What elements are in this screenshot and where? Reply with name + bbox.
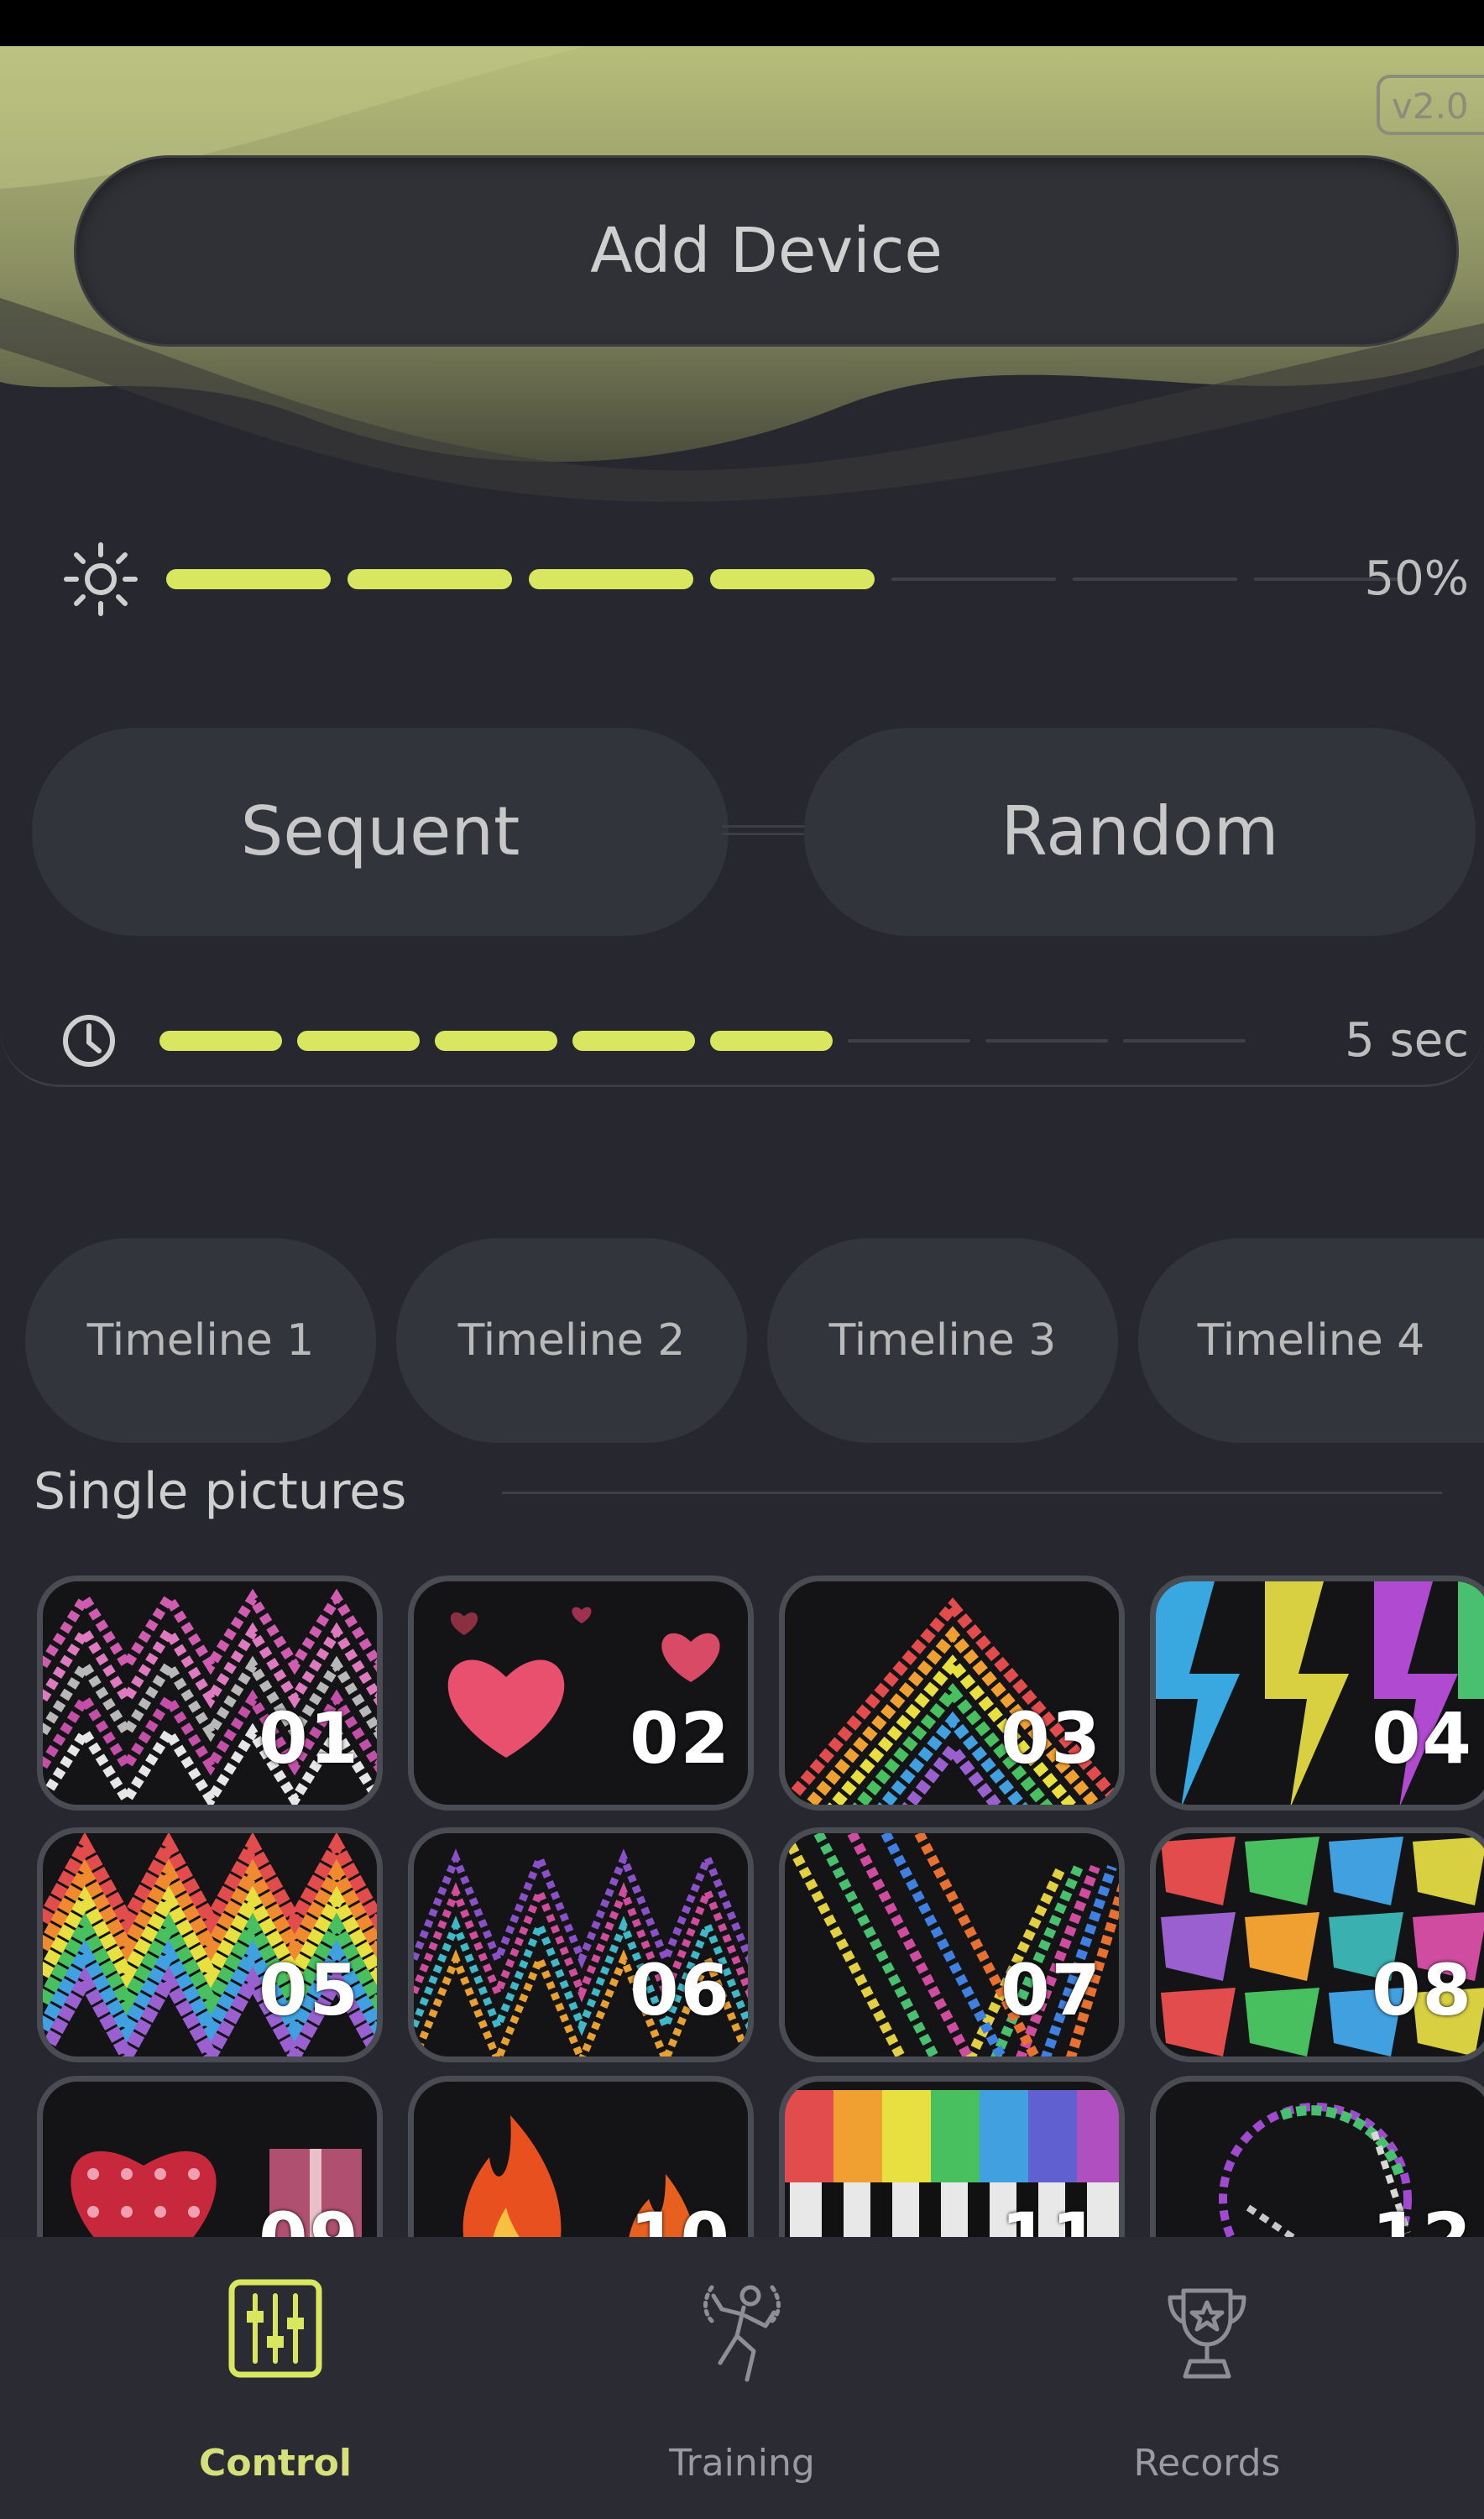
nav-training-label: Training	[669, 2442, 815, 2485]
random-button[interactable]: Random	[804, 728, 1476, 936]
mode-connector	[722, 825, 814, 835]
picture-tile-07[interactable]: 07	[779, 1827, 1125, 2062]
timeline-4-button[interactable]: Timeline 4	[1138, 1238, 1484, 1443]
sliders-icon	[228, 2279, 322, 2378]
picture-tile-05[interactable]: 05	[37, 1827, 383, 2062]
single-pictures-title: Single pictures	[34, 1462, 407, 1521]
picture-number: 05	[259, 1949, 360, 2031]
trophy-icon	[1168, 2288, 1246, 2379]
slider-segment-empty	[1073, 577, 1237, 581]
picture-number: 06	[630, 1949, 731, 2031]
timeline-3-button[interactable]: Timeline 3	[767, 1238, 1118, 1443]
section-divider	[502, 1492, 1442, 1494]
control-panel-edge	[0, 1020, 1484, 1087]
picture-tile-08[interactable]: 08	[1150, 1827, 1484, 2062]
nav-training[interactable]: Training	[574, 2237, 910, 2519]
bottom-nav: Control Training Records	[0, 2237, 1484, 2519]
picture-tile-03[interactable]: 03	[779, 1576, 1125, 1811]
slider-segment-empty	[891, 577, 1056, 581]
runner-icon	[703, 2285, 781, 2382]
add-device-button[interactable]: Add Device	[74, 155, 1459, 347]
version-badge: v2.0	[1377, 75, 1484, 135]
picture-tile-02[interactable]: 02	[408, 1576, 754, 1811]
brightness-track[interactable]	[59, 533, 1402, 625]
picture-tile-06[interactable]: 06	[408, 1827, 754, 2062]
picture-number: 04	[1372, 1697, 1473, 1780]
timeline-2-button[interactable]: Timeline 2	[396, 1238, 747, 1443]
picture-number: 03	[1001, 1697, 1102, 1780]
slider-segment-filled	[166, 569, 331, 589]
sequent-button[interactable]: Sequent	[32, 728, 729, 936]
timeline-1-button[interactable]: Timeline 1	[25, 1238, 376, 1443]
picture-tile-04[interactable]: 04	[1150, 1576, 1484, 1811]
nav-control[interactable]: Control	[107, 2237, 443, 2519]
brightness-value: 50%	[1364, 551, 1469, 606]
picture-number: 07	[1001, 1949, 1102, 2031]
slider-segment-filled	[347, 569, 512, 589]
nav-records[interactable]: Records	[1039, 2237, 1375, 2519]
slider-segment-filled	[529, 569, 693, 589]
picture-number: 08	[1372, 1949, 1473, 2031]
app-screen: v2.0 Add Device 50% Sequent Random 5 sec…	[0, 46, 1484, 2519]
nav-records-label: Records	[1133, 2442, 1281, 2485]
slider-segment-filled	[710, 569, 875, 589]
picture-number: 02	[630, 1697, 731, 1780]
brightness-slider[interactable]: 50%	[59, 533, 1469, 625]
nav-control-label: Control	[199, 2442, 352, 2485]
picture-tile-01[interactable]: 01	[37, 1576, 383, 1811]
picture-number: 01	[259, 1697, 360, 1780]
